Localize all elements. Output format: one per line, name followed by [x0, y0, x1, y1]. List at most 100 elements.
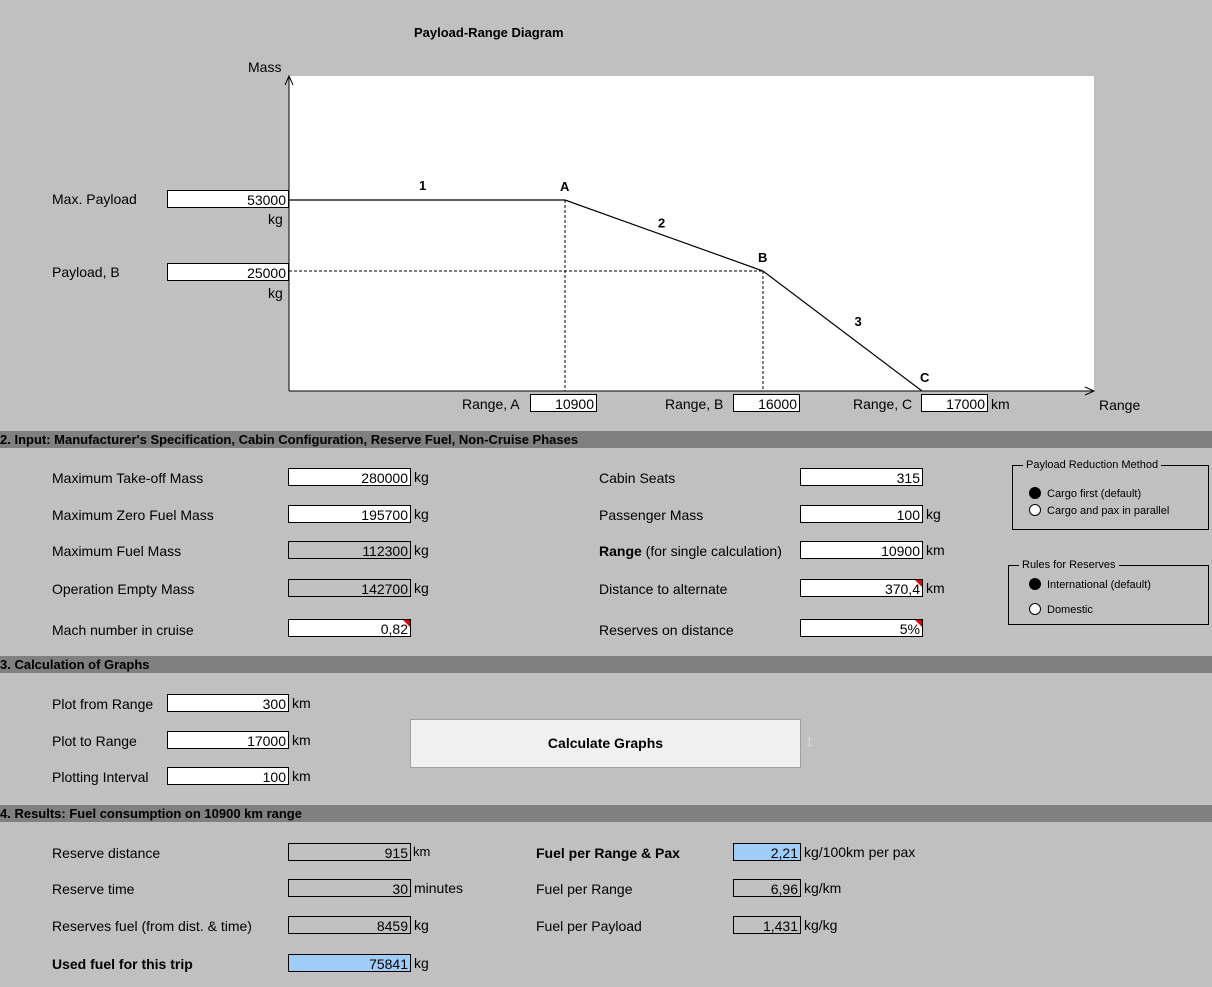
- range-single-field[interactable]: 10900: [800, 541, 923, 559]
- payload-b-label: Payload, B: [52, 264, 120, 280]
- mfm-unit: kg: [414, 542, 429, 558]
- alternate-label: Distance to alternate: [599, 581, 728, 597]
- point-label-c: C: [920, 370, 930, 385]
- payload-range-chart: A B C 1 2 3: [284, 74, 1096, 396]
- fuel-payload-field: 1,431: [733, 916, 801, 934]
- radio-unselected-icon: [1029, 603, 1041, 615]
- pax-mass-field[interactable]: 100: [800, 505, 923, 523]
- fuel-payload-label: Fuel per Payload: [536, 918, 642, 934]
- radio-cargo-first-label: Cargo first (default): [1047, 488, 1142, 500]
- reserve-time-unit: minutes: [414, 880, 464, 896]
- used-fuel-label: Used fuel for this trip: [52, 956, 193, 972]
- radio-domestic[interactable]: Domestic: [1029, 603, 1093, 617]
- radio-unselected-icon: [1029, 504, 1041, 516]
- interval-field[interactable]: 100: [167, 767, 289, 785]
- range-a-field[interactable]: 10900: [530, 394, 597, 412]
- range-single-label: Range (for single calculation): [599, 543, 782, 559]
- interval-unit: km: [292, 768, 311, 784]
- range-b-label: Range, B: [665, 396, 724, 412]
- interval-label: Plotting Interval: [52, 769, 149, 785]
- segment-label-2: 2: [658, 216, 665, 231]
- plot-to-field[interactable]: 17000: [167, 731, 289, 749]
- plot-to-label: Plot to Range: [52, 733, 137, 749]
- point-label-a: A: [560, 179, 570, 194]
- pax-mass-label: Passenger Mass: [599, 507, 704, 523]
- mzfm-label: Maximum Zero Fuel Mass: [52, 507, 214, 523]
- seats-label: Cabin Seats: [599, 470, 676, 486]
- reserve-distance-unit: km: [413, 844, 431, 859]
- plot-to-unit: km: [292, 732, 311, 748]
- fuel-payload-unit: kg/kg: [804, 917, 838, 933]
- radio-selected-icon: [1029, 487, 1041, 499]
- mach-label: Mach number in cruise: [52, 622, 194, 638]
- plot-from-field[interactable]: 300: [167, 694, 289, 712]
- reserve-time-field: 30: [288, 879, 411, 897]
- range-single-label-rest: (for single calculation): [641, 543, 782, 559]
- radio-cargo-pax-parallel[interactable]: Cargo and pax in parallel: [1029, 504, 1169, 518]
- section-4-header: 4. Results: Fuel consumption on 10900 km…: [0, 805, 1212, 822]
- fuel-range-pax-unit: kg/100km per pax: [804, 844, 916, 860]
- radio-selected-icon: [1029, 578, 1041, 590]
- x-axis-label: Range: [1099, 397, 1141, 413]
- payload-method-title: Payload Reduction Method: [1023, 458, 1162, 472]
- segment-label-3: 3: [855, 314, 862, 329]
- mtom-label: Maximum Take-off Mass: [52, 470, 204, 486]
- payload-method-group: Payload Reduction Method Cargo first (de…: [1012, 458, 1209, 530]
- mzfm-field[interactable]: 195700: [288, 505, 411, 523]
- seats-field[interactable]: 315: [800, 468, 923, 486]
- reserves-dist-field[interactable]: 5%: [800, 619, 923, 637]
- range-c-field[interactable]: 17000: [921, 394, 988, 412]
- point-label-b: B: [758, 250, 767, 265]
- payload-b-unit: kg: [268, 285, 283, 301]
- oem-unit: kg: [414, 580, 429, 596]
- payload-b-field[interactable]: 25000: [167, 263, 289, 281]
- oem-label: Operation Empty Mass: [52, 581, 195, 597]
- mach-field[interactable]: 0,82: [288, 619, 411, 637]
- reserves-dist-label: Reserves on distance: [599, 622, 734, 638]
- alternate-field[interactable]: 370,4: [800, 579, 923, 597]
- radio-domestic-label: Domestic: [1047, 604, 1093, 616]
- reserve-distance-field: 915: [288, 843, 411, 861]
- calculate-graphs-button[interactable]: Calculate Graphs: [410, 719, 801, 768]
- radio-cargo-pax-parallel-label: Cargo and pax in parallel: [1047, 505, 1170, 517]
- mzfm-unit: kg: [414, 506, 429, 522]
- oem-field: 142700: [288, 579, 411, 597]
- used-fuel-unit: kg: [414, 955, 429, 971]
- radio-international-label: International (default): [1047, 579, 1151, 591]
- fuel-range-label: Fuel per Range: [536, 881, 633, 897]
- calculation-counter: 1: [806, 735, 813, 749]
- mtom-field[interactable]: 280000: [288, 468, 411, 486]
- max-payload-field[interactable]: 53000: [167, 190, 289, 208]
- fuel-range-unit: kg/km: [804, 880, 842, 896]
- mtom-unit: kg: [414, 469, 429, 485]
- range-single-label-bold: Range: [599, 543, 642, 559]
- reserves-fuel-unit: kg: [414, 917, 429, 933]
- plot-area: [289, 76, 1094, 391]
- plot-from-unit: km: [292, 695, 311, 711]
- alternate-unit: km: [926, 580, 945, 596]
- reserve-rules-title: Rules for Reserves: [1019, 558, 1119, 572]
- mfm-field: 112300: [288, 541, 411, 559]
- range-a-label: Range, A: [462, 396, 520, 412]
- reserve-rules-group: Rules for Reserves International (defaul…: [1008, 558, 1209, 625]
- max-payload-unit: kg: [268, 211, 283, 227]
- range-b-field[interactable]: 16000: [733, 394, 800, 412]
- range-single-unit: km: [926, 542, 945, 558]
- fuel-range-pax-field: 2,21: [733, 843, 801, 861]
- section-3-header: 3. Calculation of Graphs: [0, 656, 1212, 673]
- max-payload-label: Max. Payload: [52, 191, 137, 207]
- pax-mass-unit: kg: [926, 506, 941, 522]
- mfm-label: Maximum Fuel Mass: [52, 543, 182, 559]
- reserve-distance-label: Reserve distance: [52, 845, 161, 861]
- reserve-time-label: Reserve time: [52, 881, 135, 897]
- segment-label-1: 1: [419, 178, 426, 193]
- radio-cargo-first[interactable]: Cargo first (default): [1029, 487, 1141, 501]
- plot-from-label: Plot from Range: [52, 696, 154, 712]
- reserves-fuel-field: 8459: [288, 916, 411, 934]
- fuel-range-field: 6,96: [733, 879, 801, 897]
- radio-international[interactable]: International (default): [1029, 578, 1151, 592]
- range-c-unit: km: [991, 396, 1010, 412]
- range-c-label: Range, C: [853, 396, 913, 412]
- used-fuel-field: 75841: [288, 954, 411, 972]
- reserves-fuel-label: Reserves fuel (from dist. & time): [52, 918, 252, 934]
